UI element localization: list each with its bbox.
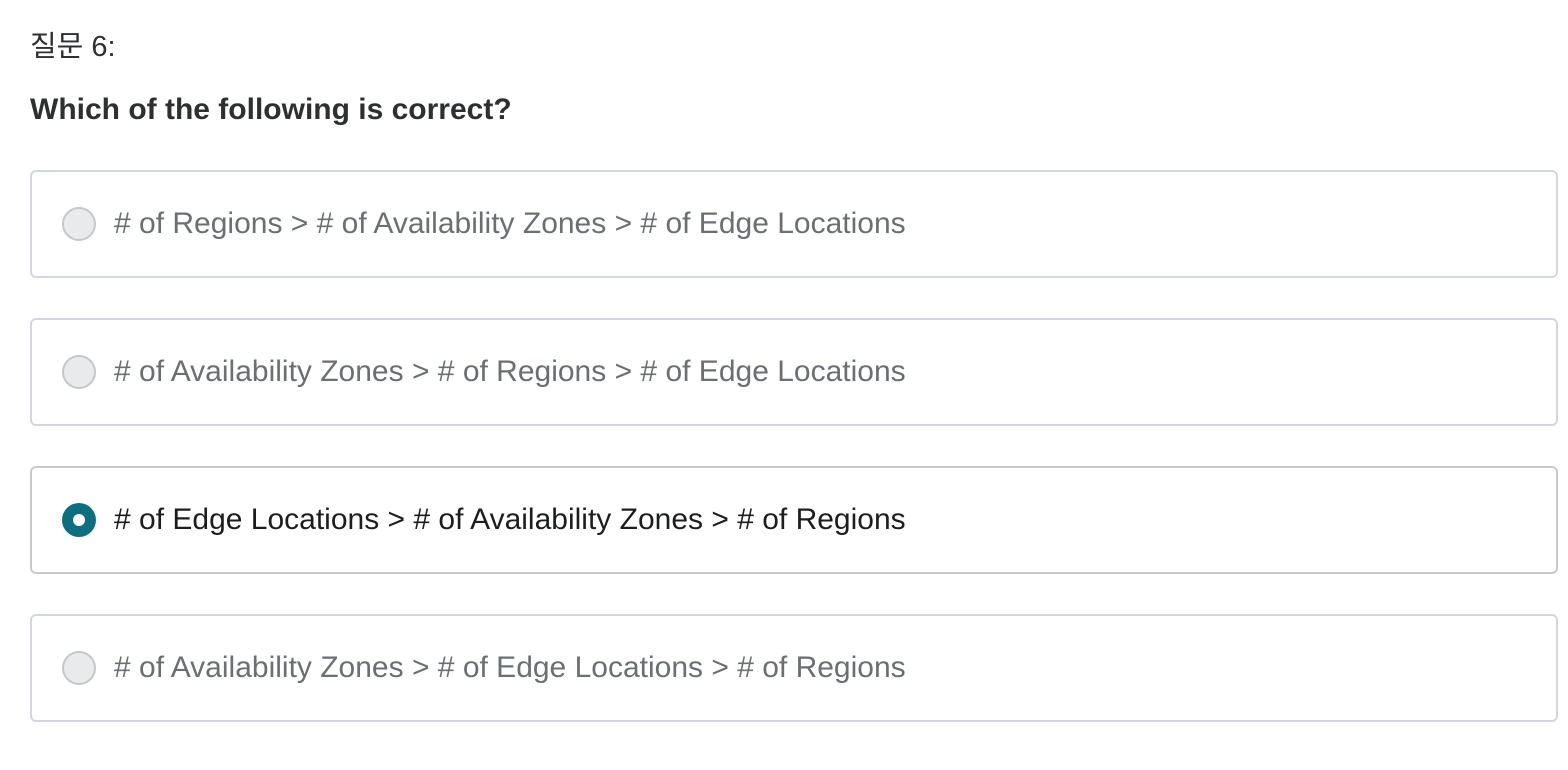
radio-button[interactable] (62, 355, 96, 389)
answer-option-3[interactable]: # of Edge Locations > # of Availability … (30, 466, 1558, 574)
answer-option-label: # of Availability Zones > # of Edge Loca… (114, 651, 906, 684)
answer-option-1[interactable]: # of Regions > # of Availability Zones >… (30, 170, 1558, 278)
answer-options: # of Regions > # of Availability Zones >… (30, 170, 1558, 762)
question-label: 질문 6: (30, 31, 116, 63)
radio-button[interactable] (62, 503, 96, 537)
answer-option-label: # of Availability Zones > # of Regions >… (114, 355, 906, 388)
answer-option-label: # of Edge Locations > # of Availability … (114, 503, 906, 536)
answer-option-2[interactable]: # of Availability Zones > # of Regions >… (30, 318, 1558, 426)
question-prompt: Which of the following is correct? (30, 93, 512, 126)
answer-option-label: # of Regions > # of Availability Zones >… (114, 207, 906, 240)
answer-option-4[interactable]: # of Availability Zones > # of Edge Loca… (30, 614, 1558, 722)
radio-button[interactable] (62, 651, 96, 685)
radio-button[interactable] (62, 207, 96, 241)
